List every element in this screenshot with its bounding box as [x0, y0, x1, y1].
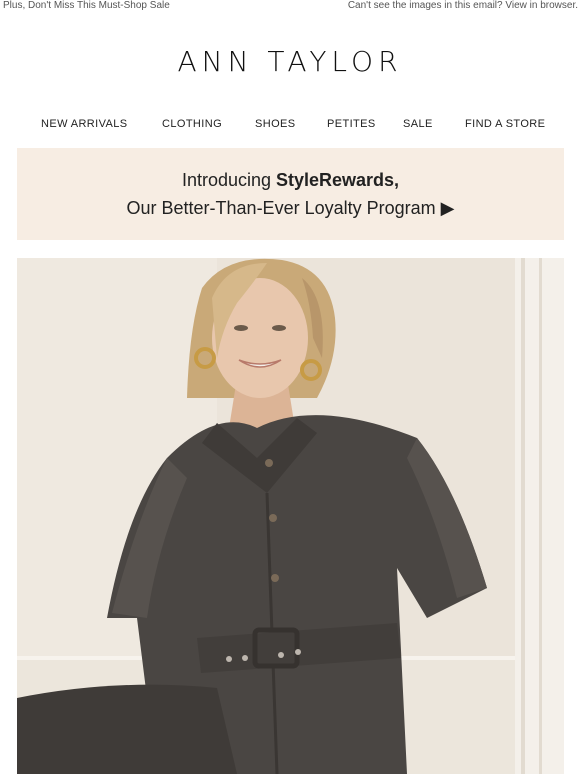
nav-item-new-arrivals[interactable]: NEW ARRIVALS: [41, 116, 128, 132]
banner-program-name: StyleRewards,: [276, 170, 400, 190]
brand-logo[interactable]: ANN TAYLOR: [0, 42, 580, 82]
hero-image[interactable]: [17, 258, 564, 774]
main-nav: NEW ARRIVALS CLOTHING SHOES PETITES SALE…: [0, 116, 580, 134]
nav-item-petites[interactable]: PETITES: [327, 116, 376, 132]
preheader-text: Plus, Don't Miss This Must-Shop Sale: [3, 0, 170, 11]
preheader: Plus, Don't Miss This Must-Shop Sale Can…: [0, 0, 580, 14]
banner-headline-prefix: Introducing: [181, 170, 276, 190]
view-in-browser-link[interactable]: Can't see the images in this email? View…: [348, 0, 578, 12]
hero-lap: [17, 684, 237, 774]
nav-item-clothing[interactable]: CLOTHING: [162, 116, 222, 132]
banner-subline: Our Better-Than-Ever Loyalty Program ▶: [126, 198, 455, 218]
loyalty-banner[interactable]: Introducing StyleRewards, Our Better-Tha…: [17, 148, 564, 240]
hero-illustration: [17, 258, 564, 774]
banner-headline: Introducing StyleRewards,: [17, 168, 564, 192]
nav-item-sale[interactable]: SALE: [403, 116, 433, 132]
nav-item-find-a-store[interactable]: FIND A STORE: [465, 116, 545, 132]
nav-item-shoes[interactable]: SHOES: [255, 116, 296, 132]
